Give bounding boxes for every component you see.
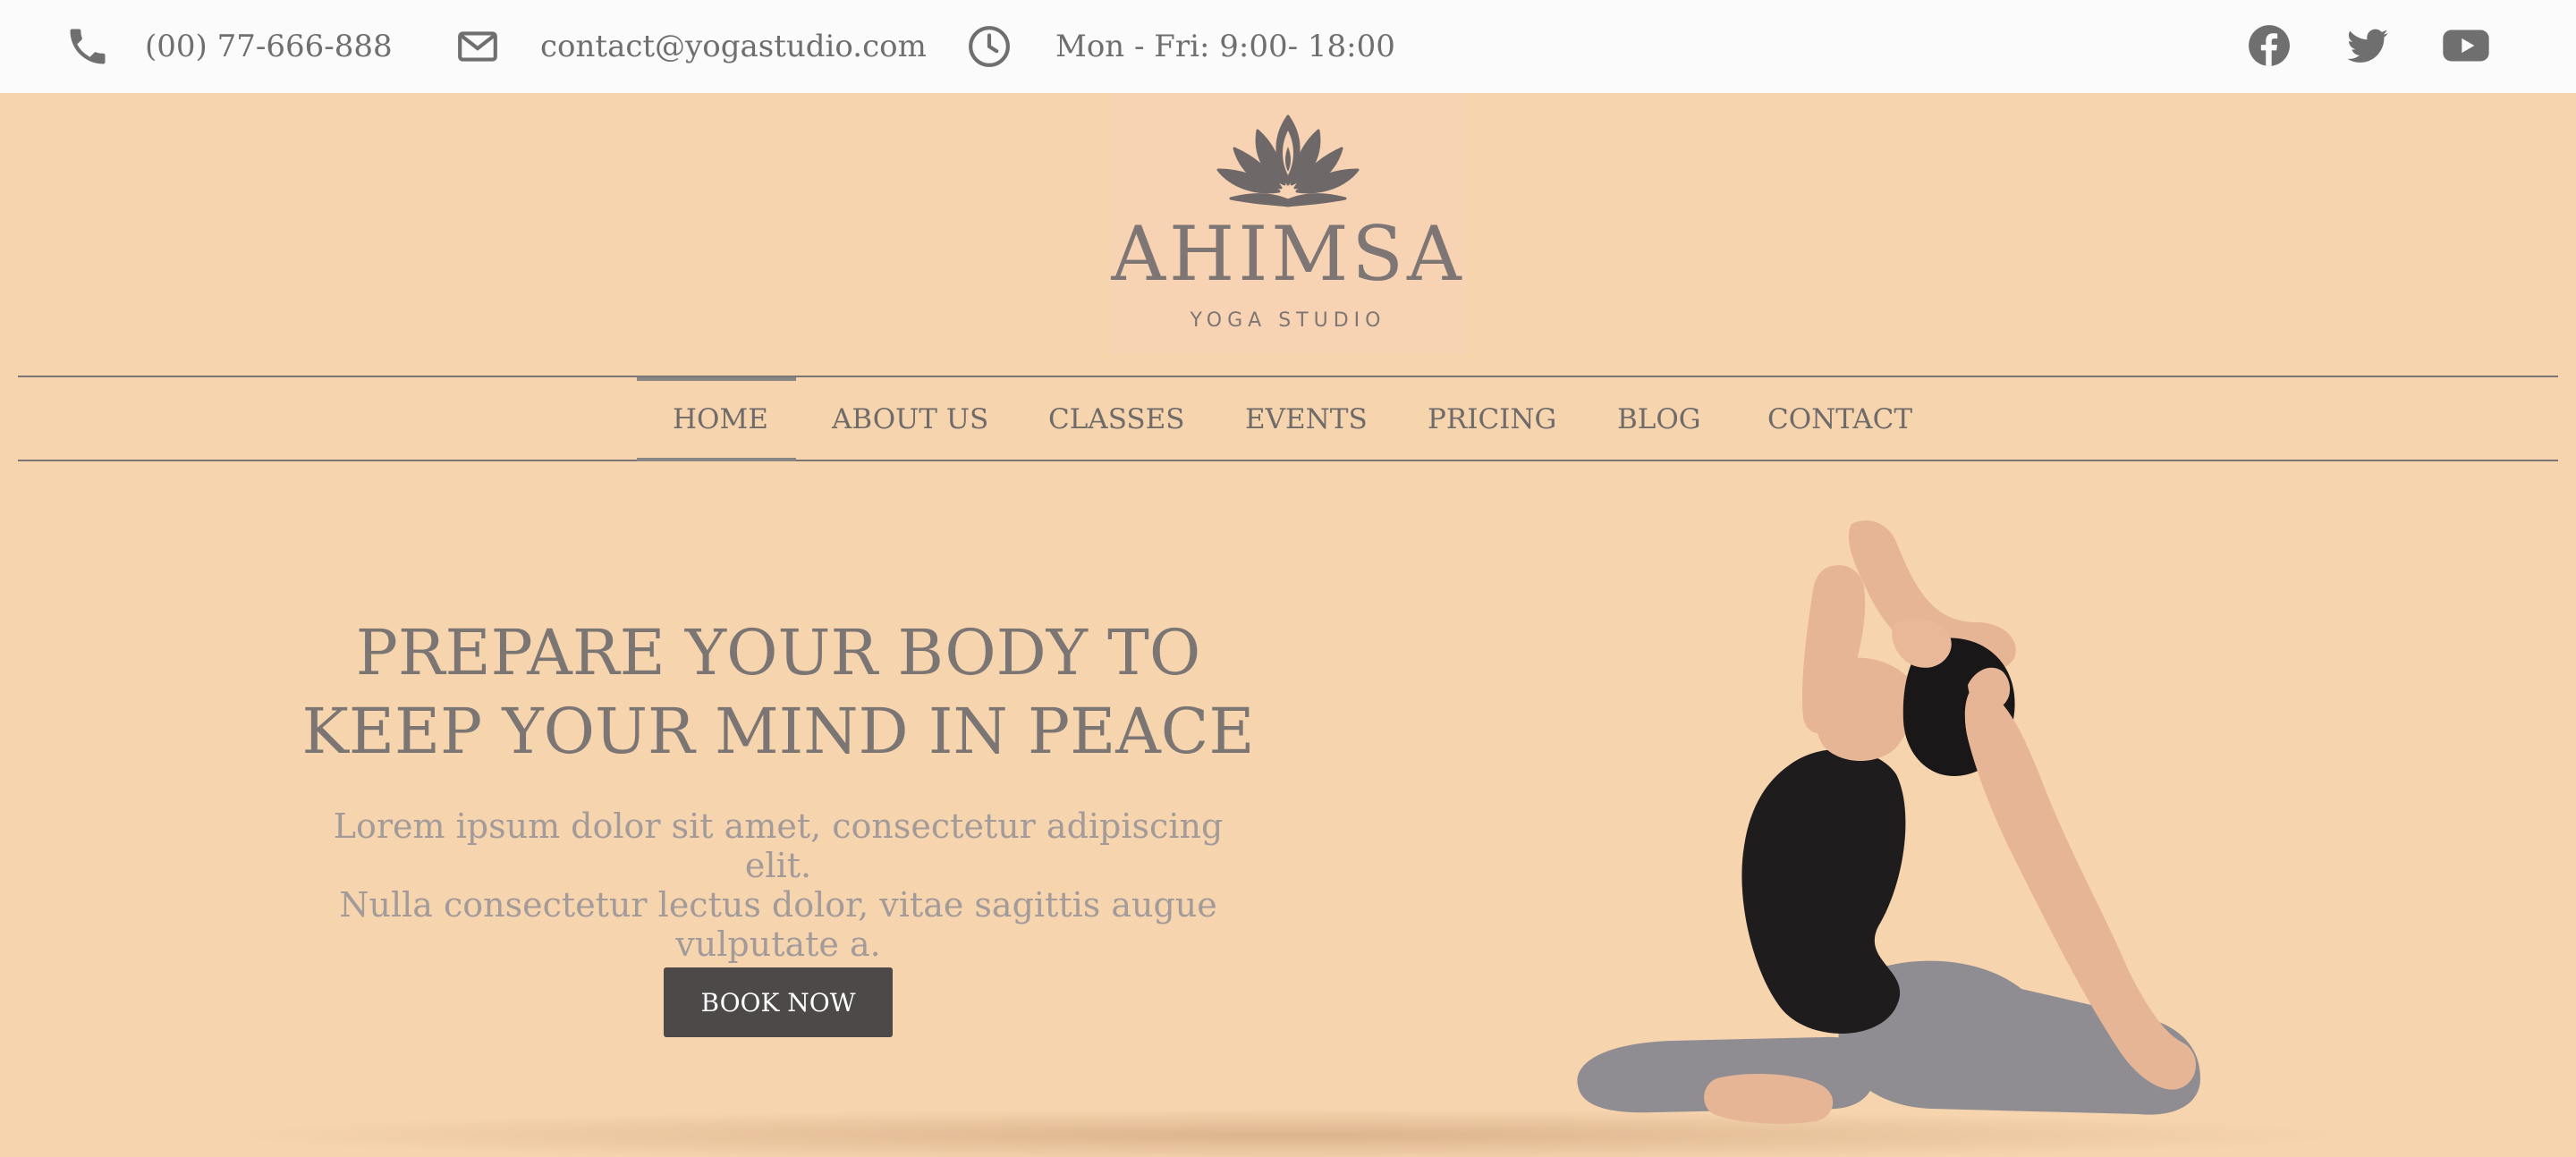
hero-title: PREPARE YOUR BODY TO KEEP YOUR MIND IN P… — [268, 613, 1288, 771]
email-contact[interactable]: contact@yogastudio.com — [454, 0, 927, 93]
email-address: contact@yogastudio.com — [540, 29, 927, 64]
top-bar: (00) 77-666-888 contact@yogastudio.com M… — [0, 0, 2576, 93]
hero-subtitle-line-3: vulputate a. — [675, 925, 881, 964]
nav-about-us[interactable]: ABOUT US — [832, 377, 988, 461]
hero-subtitle: Lorem ipsum dolor sit amet, consectetur … — [304, 807, 1252, 964]
youtube-icon — [2441, 21, 2491, 75]
envelope-icon — [454, 23, 501, 70]
nav-home[interactable]: HOME — [673, 377, 768, 461]
nav-blog[interactable]: BLOG — [1617, 377, 1701, 461]
hero-yoga-image — [1556, 506, 2308, 1150]
twitter-link[interactable] — [2343, 23, 2392, 72]
site-logo[interactable]: AHIMSA YOGA STUDIO — [1109, 93, 1467, 354]
hero-title-line-2: KEEP YOUR MIND IN PEACE — [301, 695, 1255, 768]
youtube-link[interactable] — [2442, 23, 2490, 72]
nav-events[interactable]: EVENTS — [1245, 377, 1368, 461]
clock-icon — [966, 23, 1013, 70]
main-navigation: HOME ABOUT US CLASSES EVENTS PRICING BLO… — [0, 377, 2576, 461]
phone-icon — [64, 23, 111, 70]
hero-subtitle-line-1: Lorem ipsum dolor sit amet, consectetur … — [333, 807, 1224, 885]
logo-name: AHIMSA — [1111, 210, 1465, 298]
phone-contact[interactable]: (00) 77-666-888 — [64, 0, 393, 93]
nav-classes[interactable]: CLASSES — [1048, 377, 1185, 461]
twitter-icon — [2344, 22, 2391, 73]
logo-subtitle: YOGA STUDIO — [1190, 309, 1386, 332]
book-now-button[interactable]: BOOK NOW — [664, 967, 893, 1037]
facebook-icon — [2247, 23, 2292, 72]
hero-title-line-1: PREPARE YOUR BODY TO — [355, 616, 1201, 689]
opening-hours: Mon - Fri: 9:00- 18:00 — [966, 0, 1395, 93]
hero-subtitle-line-2: Nulla consectetur lectus dolor, vitae sa… — [339, 885, 1217, 925]
hours-text: Mon - Fri: 9:00- 18:00 — [1055, 29, 1395, 64]
nav-pricing[interactable]: PRICING — [1428, 377, 1556, 461]
phone-number: (00) 77-666-888 — [145, 29, 393, 64]
lotus-icon — [1204, 111, 1372, 211]
nav-contact[interactable]: CONTACT — [1767, 377, 1912, 461]
facebook-link[interactable] — [2245, 23, 2293, 72]
